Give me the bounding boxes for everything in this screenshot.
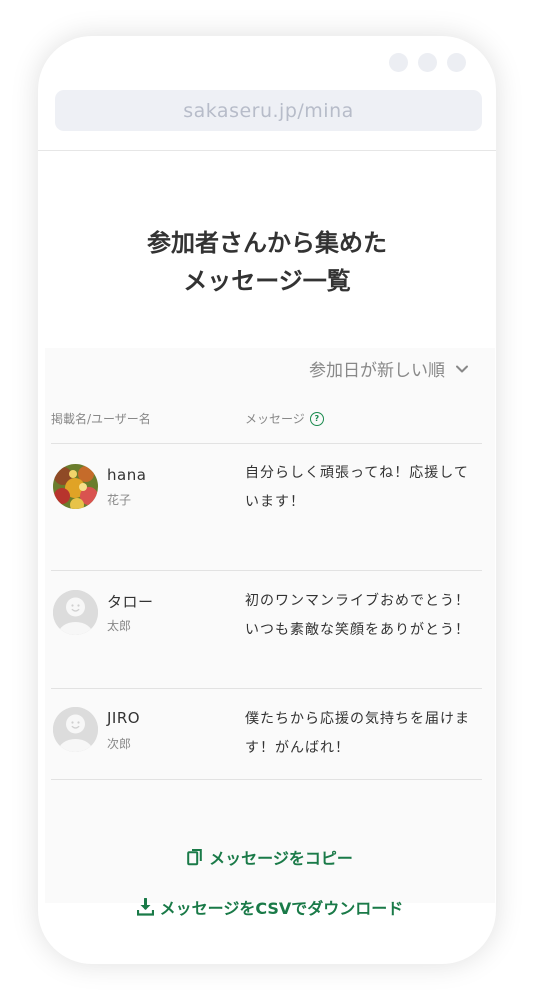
window-controls [389,53,466,72]
window-dot[interactable] [389,53,408,72]
user-name: 太郎 [107,619,132,633]
window-dot[interactable] [447,53,466,72]
row-divider [51,570,482,571]
sort-label: 参加日が新しい順 [309,361,445,381]
copy-icon [187,849,202,866]
default-avatar-icon [53,707,98,752]
user-name: 花子 [107,493,132,507]
default-avatar-icon [53,590,98,635]
row-divider [51,688,482,689]
column-header-message: メッセージ ? [245,410,324,427]
copy-messages-button[interactable]: メッセージをコピー [45,845,495,869]
header-divider [38,150,496,151]
address-bar[interactable]: sakaseru.jp/mina [55,90,482,131]
display-name: タロー [107,593,154,611]
help-icon[interactable]: ? [309,411,324,426]
user-name: 次郎 [107,737,132,751]
avatar [53,590,98,635]
copy-messages-label: メッセージをコピー [209,849,353,868]
message-text: 自分らしく頑張ってね！応援しています！ [245,465,469,510]
page-title-line2: メッセージ一覧 [183,267,351,295]
sort-dropdown[interactable]: 参加日が新しい順 [309,356,469,381]
avatar [53,464,98,509]
url-text: sakaseru.jp/mina [183,99,354,122]
flower-photo-icon [53,464,98,509]
message-text: 初のワンマンライブおめでとう！いつも素敵な笑顔をありがとう！ [245,593,470,638]
download-icon [136,898,154,916]
page-title-line1: 参加者さんから集めた [147,229,387,257]
display-name: hana [107,466,147,484]
message-list-panel: 参加日が新しい順 掲載名/ユーザー名 メッセージ ? hana 花子 自分らしく… [45,348,495,918]
row-divider [51,779,482,780]
avatar [53,707,98,752]
chevron-down-icon [456,365,468,372]
column-header-user: 掲載名/ユーザー名 [51,412,151,426]
table-divider [51,443,482,444]
column-header-message-label: メッセージ [245,412,305,426]
page-title: 参加者さんから集めた メッセージ一覧 [38,224,496,300]
window-dot[interactable] [418,53,437,72]
message-text: 僕たちから応援の気持ちを届けます！がんばれ！ [245,711,470,756]
display-name: JIRO [107,709,141,727]
phone-frame: sakaseru.jp/mina 参加者さんから集めた メッセージ一覧 参加日が… [38,36,496,964]
download-csv-label: メッセージをCSVでダウンロード [159,899,404,918]
download-csv-button[interactable]: メッセージをCSVでダウンロード [45,895,495,919]
